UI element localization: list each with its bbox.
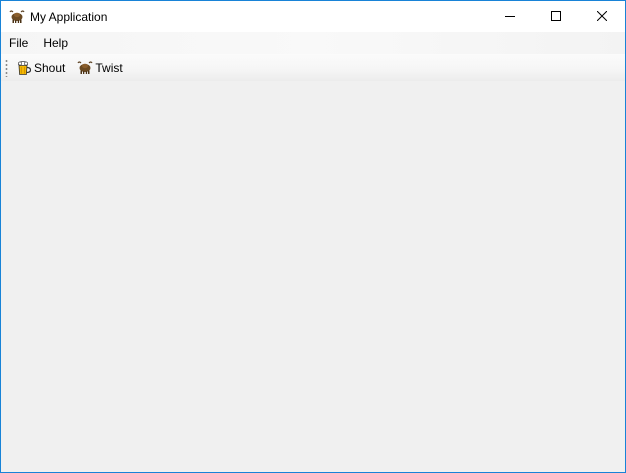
menu-help[interactable]: Help [36,33,75,53]
client-area[interactable] [1,81,625,472]
shout-label: Shout [34,60,66,75]
close-icon [597,11,607,21]
minimize-button[interactable] [487,1,533,31]
yak-icon [77,60,93,76]
maximize-button[interactable] [533,1,579,31]
toolbar: Shout Twist [1,54,625,81]
title-bar[interactable]: My Application [1,1,625,32]
beer-mug-icon [16,60,32,76]
minimize-icon [505,16,515,17]
window-controls [487,1,625,31]
shout-button[interactable]: Shout [14,57,69,79]
close-button[interactable] [579,1,625,31]
menu-bar: File Help [1,32,625,54]
maximize-icon [551,11,561,21]
toolbar-grip[interactable] [5,58,8,77]
window-title: My Application [30,9,108,24]
menu-file[interactable]: File [2,33,35,53]
yak-icon [9,9,25,25]
twist-label: Twist [95,60,123,75]
application-window: My Application File Help Shout Twist [0,0,626,473]
twist-button[interactable]: Twist [75,57,126,79]
